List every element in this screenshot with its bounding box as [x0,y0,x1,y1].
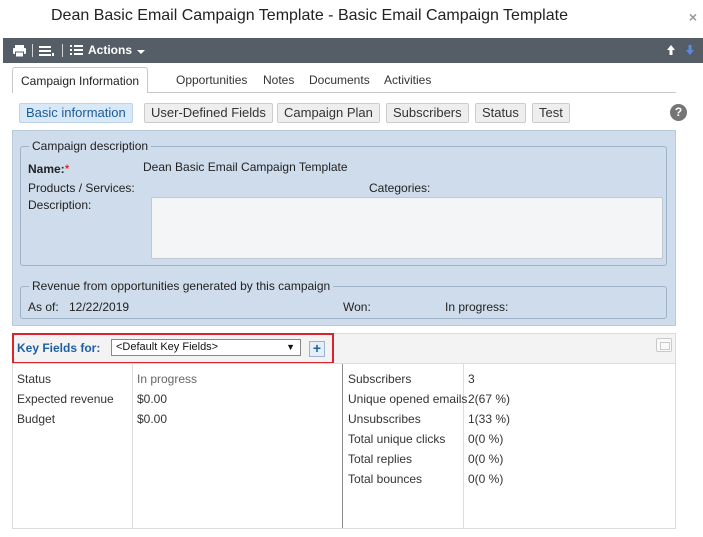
as-of-value: 12/22/2019 [69,300,130,314]
total-bounces-label: Total bounces [348,472,423,486]
in-progress-label: In progress: [445,300,509,314]
description-label: Description: [28,198,92,212]
total-unique-clicks-value: 0(0 %) [468,432,504,446]
subscribers-label: Subscribers [348,372,412,386]
total-bounces-value: 0(0 %) [468,472,504,486]
won-label: Won: [343,300,371,314]
print-icon[interactable] [12,38,27,63]
key-fields-highlight [12,333,334,364]
tab-campaign-information[interactable]: Campaign Information [12,67,149,93]
grid-divider [132,364,133,528]
main-tabs: Campaign Information Opportunities Notes… [12,67,692,93]
key-fields-grid: Status In progress Expected revenue $0.0… [12,363,676,529]
campaign-description-group: Campaign description Name:* Dean Basic E… [20,139,667,266]
description-textarea[interactable] [151,197,663,259]
name-label: Name:* [28,162,70,176]
collapse-panel-icon[interactable] [656,338,672,352]
grid-divider [342,364,343,528]
help-icon[interactable]: ? [670,104,687,121]
actions-menu-label: Actions [88,43,133,57]
basic-information-panel: Campaign description Name:* Dean Basic E… [12,130,676,326]
tab-notes[interactable]: Notes [263,67,294,93]
subscribers-value: 3 [468,372,475,386]
arrow-up-icon[interactable] [666,44,676,56]
subtab-user-defined-fields[interactable]: User-Defined Fields [144,103,273,123]
expected-revenue-label: Expected revenue [17,392,114,406]
subtab-subscribers[interactable]: Subscribers [386,103,469,123]
revenue-group: Revenue from opportunities generated by … [20,279,667,319]
tab-activities[interactable]: Activities [384,67,431,93]
tab-opportunities[interactable]: Opportunities [176,67,247,93]
categories-label: Categories: [369,181,431,195]
unique-opened-emails-value: 2(67 %) [468,392,511,406]
toolbar-separator [32,44,33,57]
arrow-down-icon[interactable] [685,44,695,56]
list-detail-icon[interactable] [69,38,85,63]
revenue-legend: Revenue from opportunities generated by … [29,279,334,293]
window-titlebar: Dean Basic Email Campaign Template - Bas… [0,0,703,38]
expected-revenue-value: $0.00 [137,392,168,406]
subtab-basic-information[interactable]: Basic information [19,103,133,123]
budget-label: Budget [17,412,56,426]
toolbar-separator [62,44,63,57]
total-replies-value: 0(0 %) [468,452,504,466]
close-icon[interactable]: × [689,9,697,25]
required-marker: * [64,162,70,176]
name-value: Dean Basic Email Campaign Template [143,160,348,174]
subtab-campaign-plan[interactable]: Campaign Plan [277,103,380,123]
total-unique-clicks-label: Total unique clicks [348,432,446,446]
budget-value: $0.00 [137,412,168,426]
unsubscribes-label: Unsubscribes [348,412,421,426]
unsubscribes-value: 1(33 %) [468,412,511,426]
subtab-status[interactable]: Status [475,103,526,123]
total-replies-label: Total replies [348,452,413,466]
dropdown-caret-icon [137,47,146,55]
subtab-test[interactable]: Test [532,103,570,123]
toolbar: Actions [3,38,703,63]
as-of-label: As of: [28,300,59,314]
tab-documents[interactable]: Documents [309,67,370,93]
window-title: Dean Basic Email Campaign Template - Bas… [51,7,568,24]
grid-divider [463,364,464,528]
actions-menu-button[interactable]: Actions [88,38,146,63]
sub-tabs: Basic information User-Defined Fields Ca… [19,103,679,125]
status-label: Status [17,372,52,386]
status-value: In progress [137,372,198,386]
campaign-description-legend: Campaign description [29,139,152,153]
list-icon[interactable] [38,38,54,63]
products-services-label: Products / Services: [28,181,135,195]
unique-opened-emails-label: Unique opened emails [348,392,468,406]
